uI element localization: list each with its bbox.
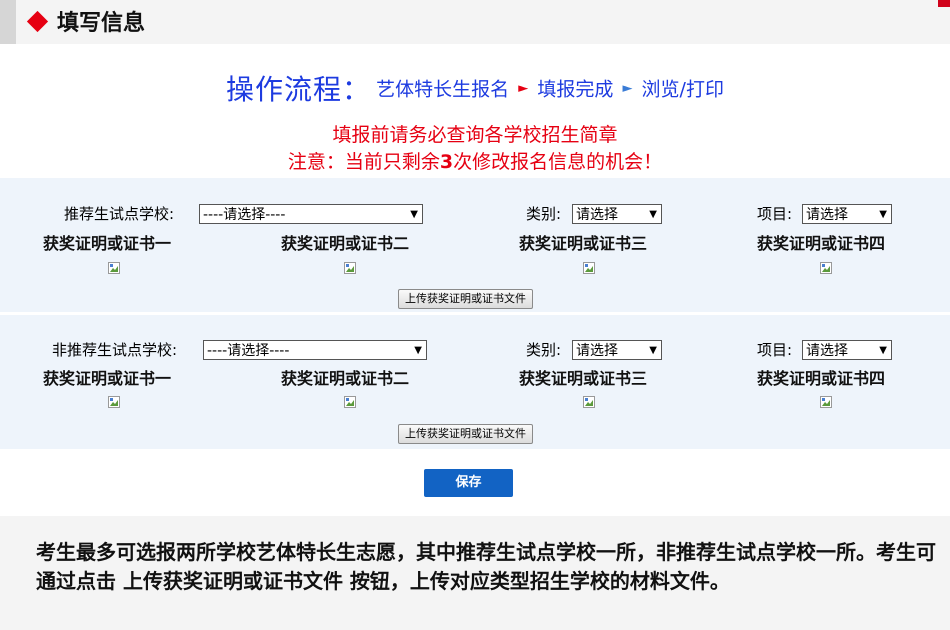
non-recommended-category-select[interactable]: 请选择 ▼	[572, 340, 662, 360]
notice-prefix: 注意：当前只剩余	[287, 151, 440, 173]
non-recommended-item-label: 项目:	[757, 341, 793, 359]
left-edge-accent	[0, 0, 16, 44]
dropdown-caret-icon: ▼	[879, 209, 887, 220]
save-button[interactable]: 保存	[424, 469, 513, 497]
recommended-item-select[interactable]: 请选择 ▼	[802, 204, 892, 224]
dropdown-caret-icon: ▼	[410, 209, 418, 220]
recommended-category-select[interactable]: 请选择 ▼	[572, 204, 662, 224]
notice-suffix: 次修改报名信息的机会！	[453, 151, 663, 173]
dropdown-caret-icon: ▼	[649, 209, 657, 220]
red-diamond-icon	[26, 10, 49, 32]
blue-arrow-icon: ►	[622, 80, 633, 96]
dropdown-caret-icon: ▼	[649, 345, 657, 356]
select-value: 请选择	[576, 343, 618, 359]
broken-image-icon	[583, 396, 595, 408]
select-value: ----请选择----	[203, 207, 286, 223]
dropdown-caret-icon: ▼	[414, 345, 422, 356]
cert-title-3: 获奖证明或证书三	[519, 369, 648, 388]
recommended-school-label: 推荐生试点学校:	[64, 205, 175, 223]
recommended-category-label: 类别:	[526, 205, 562, 223]
cert-title-4: 获奖证明或证书四	[757, 369, 886, 388]
remaining-count: 3	[439, 151, 454, 173]
cert-title-2: 获奖证明或证书二	[281, 234, 410, 253]
cert-title-1: 获奖证明或证书一	[43, 234, 172, 253]
top-right-accent	[938, 0, 950, 7]
process-flow: 操作流程： 艺体特长生报名 ► 填报完成 ► 浏览/打印	[0, 68, 950, 108]
recommended-school-block: 推荐生试点学校: ----请选择---- ▼ 类别: 请选择 ▼ 项目: 请选择…	[0, 178, 950, 312]
flow-step-print: 浏览/打印	[641, 78, 724, 101]
broken-image-icon	[344, 262, 356, 274]
flow-step-register: 艺体特长生报名	[376, 78, 510, 101]
non-recommended-school-block: 非推荐生试点学校: ----请选择---- ▼ 类别: 请选择 ▼ 项目: 请选…	[0, 315, 950, 449]
non-recommended-item-select[interactable]: 请选择 ▼	[802, 340, 892, 360]
non-recommended-category-label: 类别:	[526, 341, 562, 359]
broken-image-icon	[820, 396, 832, 408]
broken-image-icon	[820, 262, 832, 274]
notice-line-2: 注意：当前只剩余3次修改报名信息的机会！	[0, 147, 950, 174]
non-recommended-school-label: 非推荐生试点学校:	[52, 341, 178, 359]
broken-image-icon	[344, 396, 356, 408]
broken-image-icon	[108, 262, 120, 274]
select-value: ----请选择----	[207, 343, 290, 359]
form-panel: 操作流程： 艺体特长生报名 ► 填报完成 ► 浏览/打印 填报前请务必查询各学校…	[0, 44, 950, 516]
section-header: 填写信息	[26, 6, 146, 36]
cert-title-4: 获奖证明或证书四	[757, 234, 886, 253]
cert-title-1: 获奖证明或证书一	[43, 369, 172, 388]
broken-image-icon	[108, 396, 120, 408]
section-title: 填写信息	[57, 10, 146, 36]
upload-cert-button-recommended[interactable]: 上传获奖证明或证书文件	[398, 289, 533, 309]
select-value: 请选择	[576, 207, 618, 223]
cert-title-3: 获奖证明或证书三	[519, 234, 648, 253]
upload-cert-button-non-recommended[interactable]: 上传获奖证明或证书文件	[398, 424, 533, 444]
flow-title: 操作流程：	[226, 73, 372, 106]
notice-line-1: 填报前请务必查询各学校招生简章	[332, 124, 618, 146]
instruction-note: 考生最多可选报两所学校艺体特长生志愿，其中推荐生试点学校一所，非推荐生试点学校一…	[36, 540, 936, 593]
red-arrow-icon: ►	[518, 80, 529, 96]
non-recommended-school-select[interactable]: ----请选择---- ▼	[203, 340, 427, 360]
recommended-school-select[interactable]: ----请选择---- ▼	[199, 204, 423, 224]
recommended-item-label: 项目:	[757, 205, 793, 223]
cert-title-2: 获奖证明或证书二	[281, 369, 410, 388]
dropdown-caret-icon: ▼	[879, 345, 887, 356]
select-value: 请选择	[806, 343, 848, 359]
select-value: 请选择	[806, 207, 848, 223]
broken-image-icon	[583, 262, 595, 274]
flow-step-complete: 填报完成	[537, 78, 614, 101]
